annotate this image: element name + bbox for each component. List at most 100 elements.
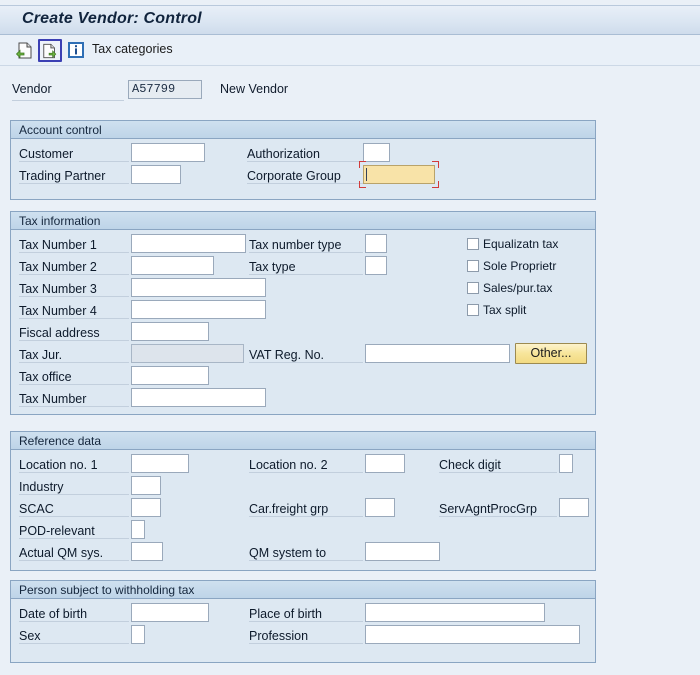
page-title: Create Vendor: Control [22, 10, 202, 27]
vendor-status-text: New Vendor [220, 82, 289, 96]
rule-pod-relevant [19, 538, 129, 539]
vendor-header-row: Vendor A57799 New Vendor [0, 80, 700, 102]
input-profession[interactable] [365, 625, 580, 644]
label-tax-number-2: Tax Number 2 [19, 260, 97, 274]
input-check-digit[interactable] [559, 454, 573, 473]
page-forward-arrow-icon[interactable] [38, 39, 62, 62]
input-tax-office[interactable] [131, 366, 209, 385]
input-authorization[interactable] [363, 143, 390, 162]
input-trading-partner[interactable] [131, 165, 181, 184]
rule-tax-number [19, 406, 129, 407]
label-qm-system-to: QM system to [249, 546, 327, 560]
panel-account-control-header: Account control [11, 121, 595, 139]
panel-account-control-title: Account control [19, 123, 102, 137]
label-car-freight-grp: Car.freight grp [249, 502, 329, 516]
panel-withholding-tax-header: Person subject to withholding tax [11, 581, 595, 599]
input-date-of-birth[interactable] [131, 603, 209, 622]
checkbox-sole-proprietr[interactable] [467, 260, 479, 272]
label-tax-jur: Tax Jur. [19, 348, 63, 362]
input-customer[interactable] [131, 143, 205, 162]
label-tax-type: Tax type [249, 260, 296, 274]
corporate-group-focus-marker [359, 161, 439, 188]
rule-industry [19, 494, 129, 495]
label-vat-reg-no: VAT Reg. No. [249, 348, 325, 362]
checkbox-equalizatn-tax[interactable] [467, 238, 479, 250]
input-place-of-birth[interactable] [365, 603, 545, 622]
input-tax-number-1[interactable] [131, 234, 246, 253]
rule-actual-qm-sys [19, 560, 129, 561]
label-tax-number-3: Tax Number 3 [19, 282, 97, 296]
input-tax-number-3[interactable] [131, 278, 266, 297]
label-check-digit: Check digit [439, 458, 501, 472]
rule-tax-number-1 [19, 252, 129, 253]
label-corporate-group: Corporate Group [247, 169, 341, 183]
input-pod-relevant[interactable] [131, 520, 145, 539]
input-vat-reg-no[interactable] [365, 344, 510, 363]
sap-transaction-screen: Create Vendor: Control Tax categories Ve… [0, 0, 700, 675]
label-pod-relevant: POD-relevant [19, 524, 95, 538]
label-sex: Sex [19, 629, 41, 643]
input-tax-number-type[interactable] [365, 234, 387, 253]
input-serv-agnt-proc-grp[interactable] [559, 498, 589, 517]
label-profession: Profession [249, 629, 309, 643]
input-qm-system-to[interactable] [365, 542, 440, 561]
panel-reference-data: Reference data Location no. 1 Location n… [10, 431, 596, 571]
rule-authorization [247, 161, 365, 162]
input-tax-type[interactable] [365, 256, 387, 275]
input-actual-qm-sys[interactable] [131, 542, 163, 561]
rule-customer [19, 161, 129, 162]
input-industry[interactable] [131, 476, 161, 495]
input-tax-number[interactable] [131, 388, 266, 407]
label-tax-number: Tax Number [19, 392, 87, 406]
rule-location-no-1 [19, 472, 129, 473]
label-actual-qm-sys: Actual QM sys. [19, 546, 104, 560]
vendor-label: Vendor [12, 82, 52, 96]
panel-reference-data-header: Reference data [11, 432, 595, 450]
input-location-no-1[interactable] [131, 454, 189, 473]
input-corporate-group[interactable] [363, 165, 435, 184]
label-fiscal-address: Fiscal address [19, 326, 100, 340]
panel-tax-information: Tax information Tax Number 1 Tax Number … [10, 211, 596, 415]
other-button[interactable]: Other... [515, 343, 587, 364]
rule-vat-reg-no [249, 362, 363, 363]
rule-scac [19, 516, 129, 517]
rule-sex [19, 643, 129, 644]
rule-tax-jur [19, 362, 129, 363]
rule-tax-number-4 [19, 318, 129, 319]
label-trading-partner: Trading Partner [19, 169, 106, 183]
input-sex[interactable] [131, 625, 145, 644]
checkbox-tax-split[interactable] [467, 304, 479, 316]
input-fiscal-address[interactable] [131, 322, 209, 341]
panel-account-control-body: Customer Authorization Trading Partner C… [11, 139, 595, 199]
panel-tax-information-body: Tax Number 1 Tax Number 2 Tax Number 3 T… [11, 230, 595, 414]
rule-date-of-birth [19, 621, 129, 622]
input-scac[interactable] [131, 498, 161, 517]
page-back-arrow-icon[interactable] [12, 39, 36, 62]
rule-fiscal-address [19, 340, 129, 341]
input-car-freight-grp[interactable] [365, 498, 395, 517]
checkbox-sales-pur-tax[interactable] [467, 282, 479, 294]
label-sole-proprietr: Sole Proprietr [483, 259, 557, 273]
label-tax-office: Tax office [19, 370, 72, 384]
rule-car-freight-grp [249, 516, 363, 517]
label-equalizatn-tax: Equalizatn tax [483, 237, 559, 251]
tax-categories-label[interactable]: Tax categories [92, 42, 173, 56]
vendor-field[interactable]: A57799 [128, 80, 202, 99]
input-location-no-2[interactable] [365, 454, 405, 473]
rule-serv-agnt-proc-grp [439, 516, 557, 517]
rule-check-digit [439, 472, 557, 473]
input-tax-number-2[interactable] [131, 256, 214, 275]
rule-trading-partner [19, 183, 129, 184]
information-icon[interactable] [64, 39, 88, 62]
application-toolbar: Tax categories [0, 36, 700, 66]
label-customer: Customer [19, 147, 74, 161]
rule-corporate-group [247, 183, 365, 184]
panel-withholding-tax-title: Person subject to withholding tax [19, 583, 195, 597]
vendor-label-rule [12, 100, 124, 101]
rule-tax-office [19, 384, 129, 385]
rule-place-of-birth [249, 621, 363, 622]
rule-profession [249, 643, 363, 644]
input-tax-number-4[interactable] [131, 300, 266, 319]
panel-withholding-tax: Person subject to withholding tax Date o… [10, 580, 596, 663]
label-tax-number-type: Tax number type [249, 238, 342, 252]
